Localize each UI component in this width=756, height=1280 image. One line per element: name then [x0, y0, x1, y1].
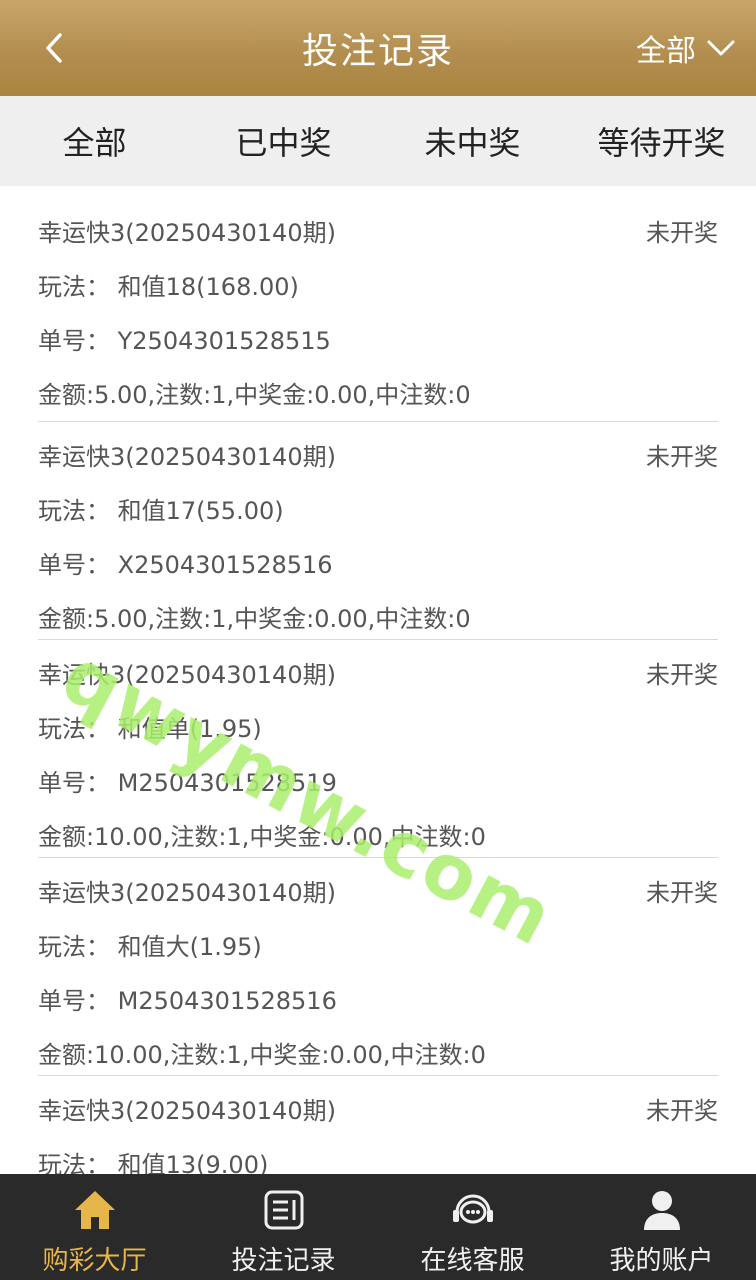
status-tabs: 全部 已中奖 未中奖 等待开奖 — [0, 96, 756, 186]
tab-won[interactable]: 已中奖 — [189, 96, 378, 186]
chevron-left-icon — [46, 33, 62, 63]
record-play: 玩法： 和值17(55.00) — [38, 497, 284, 525]
filter-dropdown[interactable]: 全部 — [636, 24, 736, 72]
record-status: 未开奖 — [646, 219, 718, 247]
records-list: 幸运快3(20250430140期) 未开奖 玩法： 和值18(168.00) … — [0, 186, 756, 1174]
record-play: 玩法： 和值大(1.95) — [38, 933, 262, 961]
filter-label: 全部 — [636, 34, 696, 69]
record-game: 幸运快3(20250430140期) — [38, 443, 336, 471]
page-title: 投注记录 — [301, 31, 454, 72]
nav-label: 在线客服 — [420, 1246, 525, 1276]
record-order-no: 单号： M2504301528519 — [38, 769, 337, 797]
nav-label: 我的账户 — [609, 1246, 714, 1276]
bet-records-screen: 投注记录 全部 全部 已中奖 未中奖 等待开奖 幸运快3(20250430140… — [0, 0, 756, 1280]
nav-my-account[interactable]: 我的账户 — [567, 1174, 756, 1280]
top-bar: 投注记录 全部 — [0, 0, 756, 96]
tab-not-won[interactable]: 未中奖 — [378, 96, 567, 186]
record-game: 幸运快3(20250430140期) — [38, 1097, 336, 1125]
record-status: 未开奖 — [646, 661, 718, 689]
bet-record-icon — [260, 1186, 308, 1234]
tab-pending[interactable]: 等待开奖 — [567, 96, 756, 186]
record-game: 幸运快3(20250430140期) — [38, 219, 336, 247]
nav-bet-records[interactable]: 投注记录 — [189, 1174, 378, 1280]
bottom-nav: 购彩大厅 投注记录 在线客服 我的账户 — [0, 1174, 756, 1280]
record-status: 未开奖 — [646, 1097, 718, 1125]
record-status: 未开奖 — [646, 879, 718, 907]
record-summary: 金额:10.00,注数:1,中奖金:0.00,中注数:0 — [38, 1041, 486, 1069]
record-order-no: 单号： X2504301528516 — [38, 551, 333, 579]
record-order-no: 单号： M2504301528516 — [38, 987, 337, 1015]
record-summary: 金额:10.00,注数:1,中奖金:0.00,中注数:0 — [38, 823, 486, 851]
record-play: 玩法： 和值18(168.00) — [38, 273, 299, 301]
record-game: 幸运快3(20250430140期) — [38, 661, 336, 689]
record-summary: 金额:5.00,注数:1,中奖金:0.00,中注数:0 — [38, 605, 471, 633]
nav-label: 投注记录 — [231, 1246, 336, 1276]
tab-all[interactable]: 全部 — [0, 96, 189, 186]
user-icon — [638, 1186, 686, 1234]
record-item[interactable]: 幸运快3(20250430140期) 未开奖 玩法： 和值18(168.00) … — [38, 198, 718, 422]
record-play: 玩法： 和值13(9.00) — [38, 1151, 269, 1174]
record-status: 未开奖 — [646, 443, 718, 471]
record-item[interactable]: 幸运快3(20250430140期) 未开奖 玩法： 和值13(9.00) — [38, 1076, 718, 1174]
record-game: 幸运快3(20250430140期) — [38, 879, 336, 907]
record-order-no: 单号： Y2504301528515 — [38, 327, 331, 355]
chevron-down-icon — [706, 36, 736, 60]
nav-label: 购彩大厅 — [42, 1246, 147, 1276]
customer-service-icon — [449, 1186, 497, 1234]
record-summary: 金额:5.00,注数:1,中奖金:0.00,中注数:0 — [38, 381, 471, 409]
home-icon — [71, 1186, 119, 1234]
record-item[interactable]: 幸运快3(20250430140期) 未开奖 玩法： 和值17(55.00) 单… — [38, 422, 718, 640]
record-item[interactable]: 幸运快3(20250430140期) 未开奖 玩法： 和值单(1.95) 单号：… — [38, 640, 718, 858]
record-item[interactable]: 幸运快3(20250430140期) 未开奖 玩法： 和值大(1.95) 单号：… — [38, 858, 718, 1076]
back-button[interactable] — [30, 22, 78, 74]
nav-lottery-hall[interactable]: 购彩大厅 — [0, 1174, 189, 1280]
record-play: 玩法： 和值单(1.95) — [38, 715, 262, 743]
nav-customer-service[interactable]: 在线客服 — [378, 1174, 567, 1280]
